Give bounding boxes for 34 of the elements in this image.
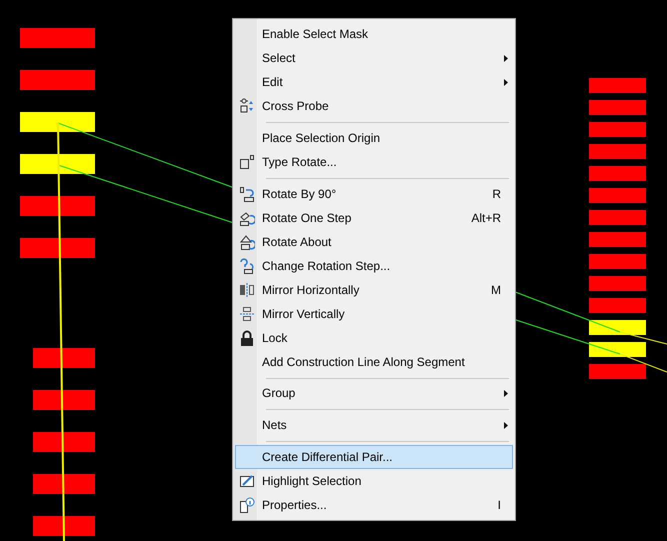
- menu-item[interactable]: Rotate About: [235, 230, 513, 254]
- menu-item[interactable]: Cross Probe: [235, 94, 513, 118]
- menu-item[interactable]: Lock: [235, 326, 513, 350]
- question-rotate-icon: [239, 258, 255, 274]
- menu-item[interactable]: Select: [235, 46, 513, 70]
- mirror-vertical-icon: [239, 306, 255, 322]
- menu-item[interactable]: Nets: [235, 413, 513, 438]
- lock-icon: [239, 330, 255, 346]
- shortcut-text: I: [498, 498, 501, 512]
- shortcut-text: R: [492, 186, 501, 201]
- menu-item[interactable]: Add Construction Line Along Segment: [235, 350, 513, 374]
- menu-item[interactable]: Group: [235, 381, 513, 406]
- rotate-icon: [239, 210, 255, 226]
- shortcut-text: Alt+R: [471, 210, 501, 225]
- rotate-icon: [239, 186, 255, 202]
- menu-item[interactable]: Type Rotate...: [235, 150, 513, 174]
- menu-item[interactable]: Rotate One Step Alt+R: [235, 206, 513, 230]
- menu-item[interactable]: Rotate By 90° R: [235, 182, 513, 206]
- rotate-icon: [239, 234, 255, 250]
- shortcut-text: M: [491, 282, 501, 297]
- menu-item[interactable]: Create Differential Pair...: [235, 444, 513, 469]
- highlight-icon: [239, 472, 255, 489]
- properties-icon: [239, 496, 255, 513]
- menu-item[interactable]: Place Selection Origin: [235, 126, 513, 150]
- menu-item[interactable]: Change Rotation Step...: [235, 254, 513, 278]
- menu-item[interactable]: Enable Select Mask: [235, 22, 513, 46]
- cross-probe-icon: [239, 98, 255, 114]
- mirror-horizontal-icon: [239, 282, 255, 298]
- menu-item[interactable]: Properties... I: [235, 492, 513, 517]
- menu-item[interactable]: Mirror Vertically: [235, 302, 513, 326]
- rectangle-icon: [239, 154, 255, 170]
- menu-item[interactable]: Mirror Horizontally M: [235, 278, 513, 302]
- menu-item[interactable]: Highlight Selection: [235, 468, 513, 493]
- menu-item[interactable]: Edit: [235, 70, 513, 94]
